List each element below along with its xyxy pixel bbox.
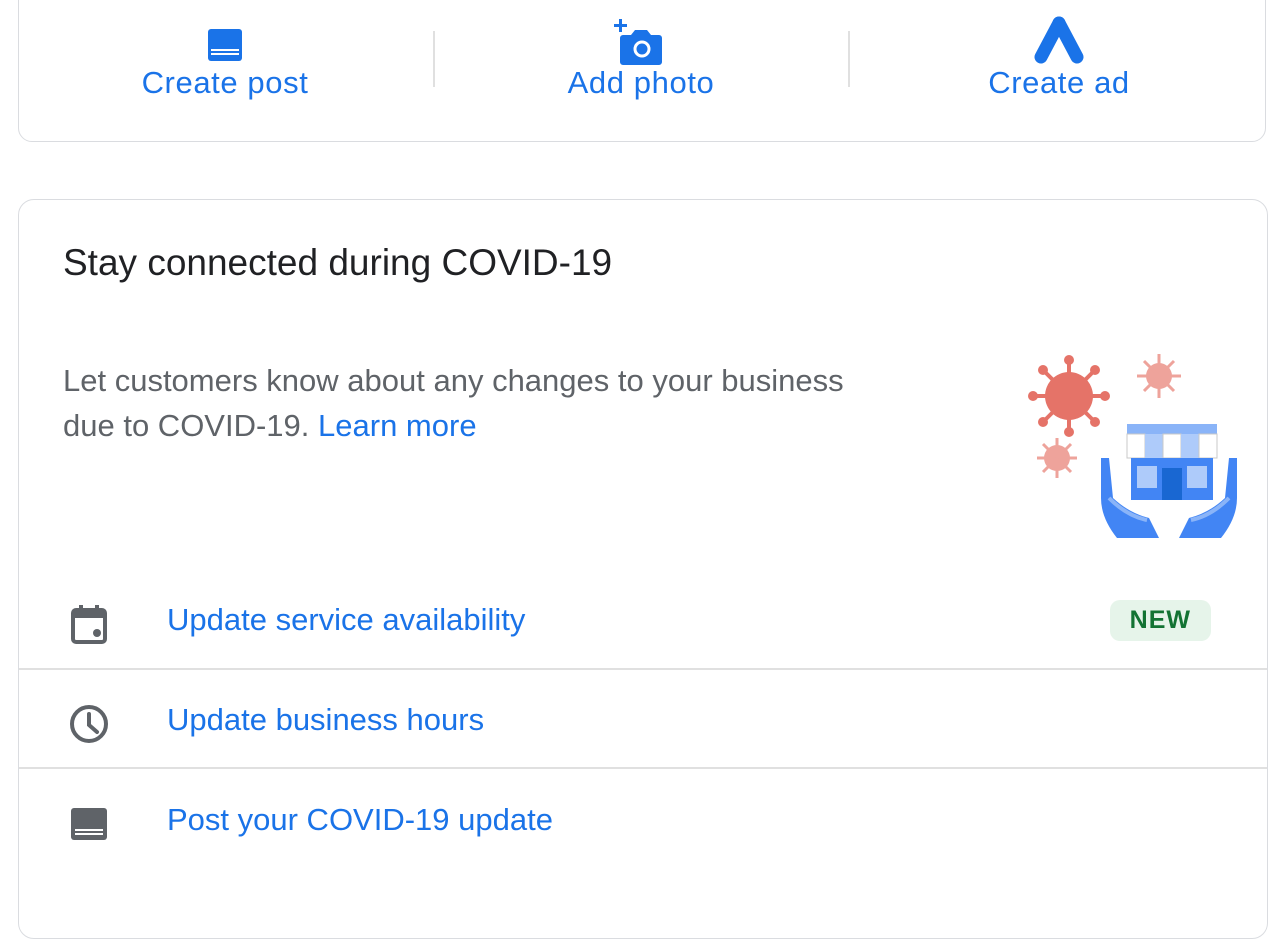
- update-service-availability-row[interactable]: Update service availability NEW: [19, 572, 1267, 672]
- update-business-hours-label: Update business hours: [167, 702, 485, 737]
- covid-storefront-illustration: [1028, 354, 1237, 538]
- update-business-hours-row[interactable]: Update business hours: [19, 672, 1267, 772]
- create-ad-button[interactable]: Create ad: [851, 1, 1267, 143]
- create-ad-label: Create ad: [988, 65, 1130, 100]
- covid-card-title: Stay connected during COVID-19: [63, 242, 613, 283]
- row-divider: [19, 668, 1267, 670]
- update-service-availability-label: Update service availability: [167, 602, 526, 637]
- virus-icon: [1028, 355, 1110, 437]
- post-icon: [71, 808, 107, 840]
- add-photo-button[interactable]: Add photo: [435, 1, 847, 143]
- covid-card-description: Let customers know about any changes to …: [63, 358, 863, 448]
- new-badge: NEW: [1109, 600, 1211, 641]
- calendar-icon: [71, 605, 107, 644]
- quick-actions-card: Create post Add photo Create ad: [18, 0, 1266, 142]
- create-post-button[interactable]: Create post: [19, 1, 431, 143]
- create-post-label: Create post: [141, 65, 309, 100]
- post-covid-update-label: Post your COVID-19 update: [167, 802, 553, 837]
- action-divider: [848, 31, 850, 87]
- learn-more-link[interactable]: Learn more: [318, 408, 477, 443]
- post-covid-update-row[interactable]: Post your COVID-19 update: [19, 772, 1267, 872]
- covid-card: Stay connected during COVID-19 Let custo…: [18, 199, 1268, 939]
- row-divider: [19, 767, 1267, 769]
- add-photo-label: Add photo: [567, 65, 715, 100]
- clock-icon: [70, 705, 108, 743]
